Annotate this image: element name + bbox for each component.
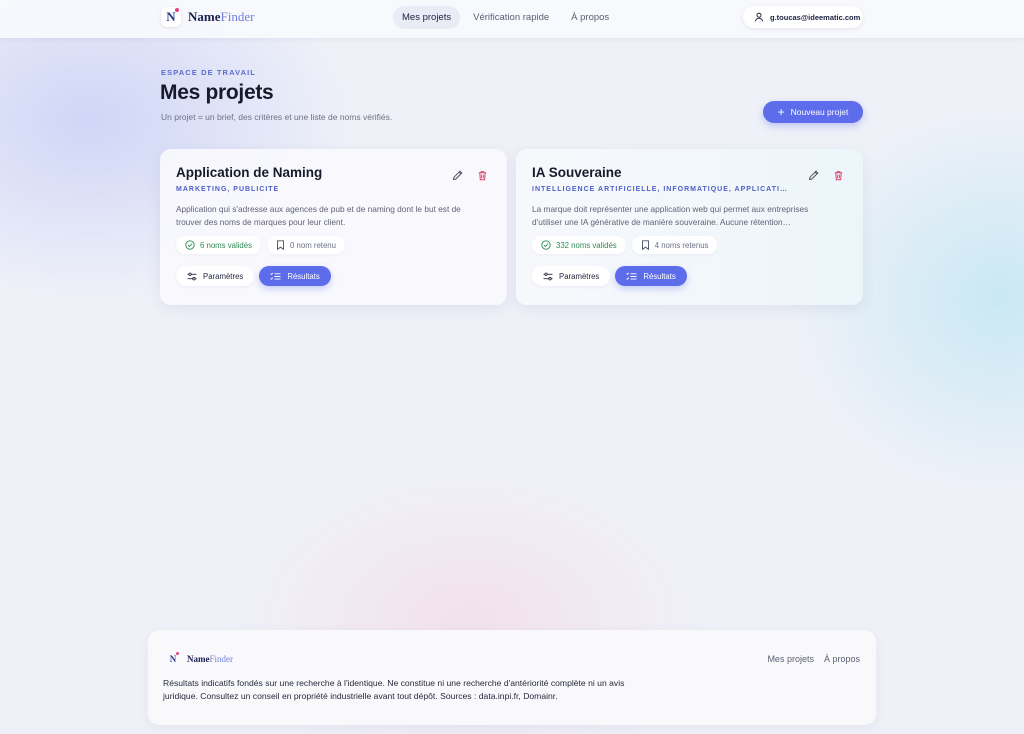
retained-count: 0 nom retenu — [290, 240, 336, 250]
page-footer: N NameFinder Mes projets À propos Résult… — [148, 630, 876, 725]
results-button[interactable]: Résultats — [615, 266, 687, 286]
settings-button[interactable]: Paramètres — [176, 266, 255, 286]
trash-icon[interactable] — [833, 170, 844, 181]
project-buttons: Paramètres Résultats — [176, 266, 491, 286]
footer-link-a-propos[interactable]: À propos — [824, 654, 860, 664]
page-title: Mes projets — [160, 81, 274, 104]
project-description: Application qui s'adresse aux agences de… — [176, 204, 461, 227]
new-project-button[interactable]: + Nouveau projet — [763, 101, 863, 123]
bookmark-icon — [641, 240, 650, 250]
user-account-button[interactable]: g.toucas@ideematic.com — [743, 6, 863, 28]
page-subtitle: Un projet = un brief, des critères et un… — [161, 112, 393, 122]
project-card-actions — [808, 170, 844, 181]
new-project-label: Nouveau projet — [790, 107, 849, 117]
project-stats: 332 noms validés 4 noms retenus — [532, 236, 847, 254]
legal-disclaimer: Résultats indicatifs fondés sur une rech… — [163, 678, 625, 701]
check-circle-icon — [541, 240, 551, 250]
nav-item-mes-projets[interactable]: Mes projets — [393, 6, 461, 29]
footer-logo[interactable]: N NameFinder — [166, 652, 233, 666]
validated-count: 332 noms validés — [556, 240, 617, 250]
main-nav: Mes projets Vérification rapide À propos — [393, 6, 618, 29]
check-circle-icon — [185, 240, 195, 250]
project-card[interactable]: IA Souveraine INTELLIGENCE ARTIFICIELLE,… — [516, 149, 863, 305]
settings-label: Paramètres — [559, 271, 600, 281]
results-label: Résultats — [287, 271, 320, 281]
edit-icon[interactable] — [452, 170, 463, 181]
retained-names-badge: 0 nom retenu — [267, 236, 345, 254]
top-navigation-bar: N NameFinder Mes projets Vérification ra… — [0, 0, 1024, 38]
results-button[interactable]: Résultats — [259, 266, 331, 286]
list-check-icon — [270, 272, 281, 281]
project-tags: INTELLIGENCE ARTIFICIELLE, INFORMATIQUE,… — [532, 186, 792, 193]
logo-mark-icon: N — [161, 7, 181, 27]
list-check-icon — [626, 272, 637, 281]
sliders-icon — [543, 272, 553, 281]
project-title: IA Souveraine — [532, 165, 622, 180]
project-card[interactable]: Application de Naming MARKETING, PUBLICI… — [160, 149, 507, 305]
project-card-actions — [452, 170, 488, 181]
project-tags: MARKETING, PUBLICITÉ — [176, 186, 280, 193]
retained-count: 4 noms retenus — [654, 240, 709, 250]
project-stats: 6 noms validés 0 nom retenu — [176, 236, 491, 254]
settings-label: Paramètres — [203, 271, 244, 281]
brand-logo[interactable]: N NameFinder — [161, 7, 254, 27]
bookmark-icon — [276, 240, 285, 250]
edit-icon[interactable] — [808, 170, 819, 181]
brand-name: NameFinder — [188, 9, 255, 24]
results-label: Résultats — [643, 271, 676, 281]
section-eyebrow: ESPACE DE TRAVAIL — [161, 68, 256, 77]
project-buttons: Paramètres Résultats — [532, 266, 847, 286]
nav-item-a-propos[interactable]: À propos — [562, 6, 618, 29]
footer-links: Mes projets À propos — [767, 654, 860, 664]
footer-link-mes-projets[interactable]: Mes projets — [767, 654, 814, 664]
footer-brand-name: NameFinder — [187, 654, 233, 664]
project-title: Application de Naming — [176, 165, 323, 180]
logo-mark-icon: N — [166, 652, 180, 666]
plus-icon: + — [777, 104, 785, 119]
trash-icon[interactable] — [477, 170, 488, 181]
sliders-icon — [187, 272, 197, 281]
settings-button[interactable]: Paramètres — [532, 266, 611, 286]
nav-item-verification-rapide[interactable]: Vérification rapide — [464, 6, 558, 29]
user-email: g.toucas@ideematic.com — [770, 12, 861, 22]
page-background — [0, 0, 1024, 734]
validated-names-badge: 6 noms validés — [176, 236, 262, 254]
validated-count: 6 noms validés — [200, 240, 253, 250]
validated-names-badge: 332 noms validés — [532, 236, 626, 254]
retained-names-badge: 4 noms retenus — [631, 236, 718, 254]
user-icon — [754, 12, 764, 22]
project-description: La marque doit représenter une applicati… — [532, 204, 809, 227]
